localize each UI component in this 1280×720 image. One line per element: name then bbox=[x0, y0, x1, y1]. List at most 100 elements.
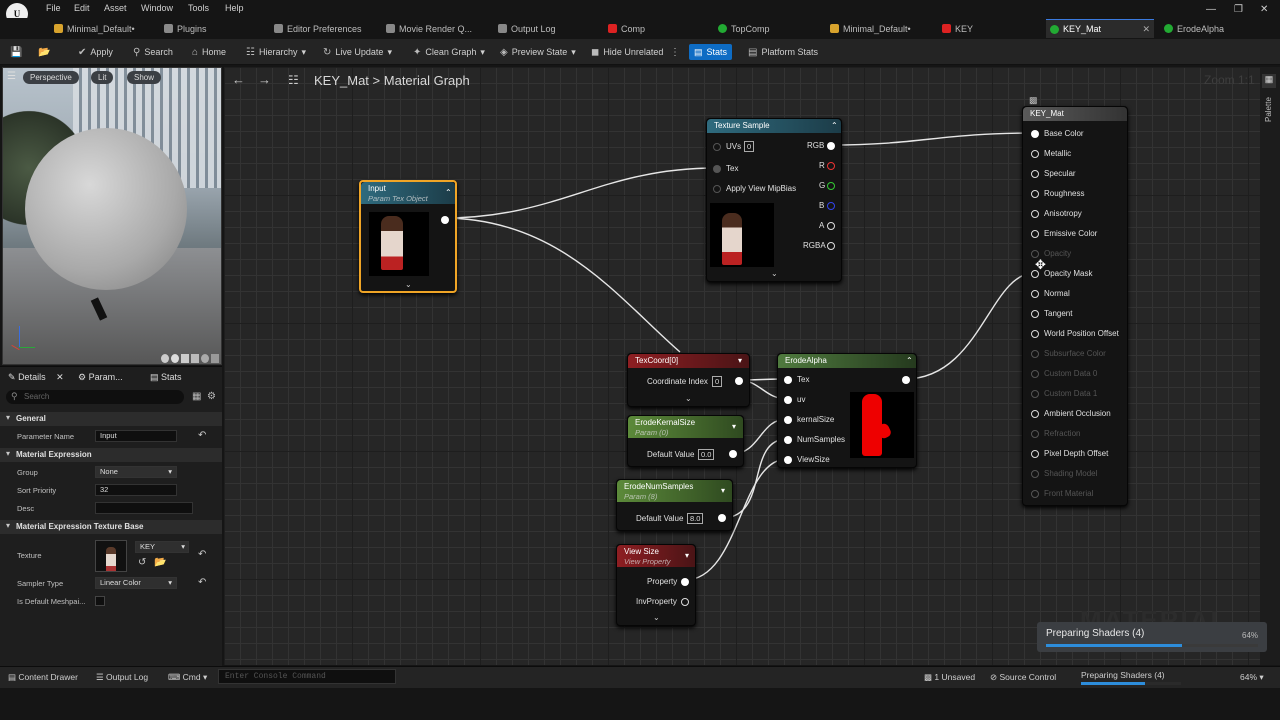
node-input-subtitle: Param Tex Object bbox=[368, 194, 428, 203]
toast-progress-bar bbox=[1046, 644, 1258, 647]
result-pin[interactable] bbox=[1031, 310, 1039, 318]
status-progress-fill bbox=[1081, 682, 1145, 685]
chevron-down-icon[interactable]: ⌄ bbox=[685, 394, 692, 403]
node-erode-alpha[interactable]: ErodeAlpha ⌃ Tex uv kernalSize NumSample… bbox=[777, 353, 917, 468]
property-label: Property bbox=[647, 577, 678, 586]
pin-uvs[interactable] bbox=[713, 143, 721, 151]
result-pin[interactable] bbox=[1031, 330, 1039, 338]
node-texcoord[interactable]: TexCoord[0] ▾ Coordinate Index 0 ⌄ bbox=[627, 353, 750, 407]
output-log-button[interactable]: ☰ Output Log bbox=[96, 672, 148, 683]
result-pin[interactable] bbox=[1031, 230, 1039, 238]
uvs-value-box[interactable]: 0 bbox=[744, 141, 755, 152]
result-pin-label: Emissive Color bbox=[1044, 229, 1098, 238]
result-pin[interactable] bbox=[1031, 290, 1039, 298]
node-view-size[interactable]: View Size View Property ▾ Property InvPro… bbox=[616, 544, 696, 626]
result-pin[interactable] bbox=[1031, 490, 1039, 498]
result-pin-label: Subsurface Color bbox=[1044, 349, 1106, 358]
chevron-down-icon[interactable]: ▾ bbox=[738, 356, 742, 365]
node-texture-sample[interactable]: Texture Sample ⌃ UVs 0 Tex Apply View Mi… bbox=[706, 118, 842, 282]
node-erode-kernal-header: ErodeKernalSize Param (0) bbox=[628, 416, 743, 438]
chevron-up-icon[interactable]: ⌃ bbox=[906, 356, 913, 365]
out-r-pin[interactable] bbox=[827, 162, 835, 170]
content-drawer-button[interactable]: ▤ Content Drawer bbox=[8, 672, 78, 683]
pin-kernal-size[interactable] bbox=[784, 416, 792, 424]
material-node-icon: ▩ bbox=[1029, 95, 1038, 105]
result-pin[interactable] bbox=[1031, 390, 1039, 398]
result-pin[interactable] bbox=[1031, 370, 1039, 378]
unsaved-icon: ▩ bbox=[924, 672, 933, 682]
node-erode-kernal-output-pin[interactable] bbox=[729, 450, 737, 458]
cmd-button[interactable]: ⌨ Cmd ▾ bbox=[168, 672, 207, 683]
property-output-pin[interactable] bbox=[681, 578, 689, 586]
unsaved-button[interactable]: ▩ 1 Unsaved bbox=[924, 672, 975, 683]
result-pin[interactable] bbox=[1031, 350, 1039, 358]
preparing-shaders-status: Preparing Shaders (4) bbox=[1081, 670, 1165, 680]
out-rgb-pin[interactable] bbox=[827, 142, 835, 150]
node-key-mat-result[interactable]: KEY_Mat Base Color Metallic Specular Roughn… bbox=[1022, 106, 1128, 506]
out-g-pin[interactable] bbox=[827, 182, 835, 190]
coordinate-index-box[interactable]: 0 bbox=[712, 376, 723, 387]
source-control-button[interactable]: ⊘ Source Control bbox=[990, 672, 1056, 683]
chevron-down-icon[interactable]: ▾ bbox=[685, 551, 689, 560]
default-value-label: Default Value bbox=[636, 514, 684, 523]
toast-progress-fill bbox=[1046, 644, 1182, 647]
result-pin-label: Opacity Mask bbox=[1044, 269, 1093, 278]
result-pin[interactable] bbox=[1031, 130, 1039, 138]
result-pin[interactable] bbox=[1031, 210, 1039, 218]
result-pin[interactable] bbox=[1031, 150, 1039, 158]
result-pin[interactable] bbox=[1031, 450, 1039, 458]
node-erode-alpha-title: ErodeAlpha bbox=[778, 354, 916, 368]
pin-uv[interactable] bbox=[784, 396, 792, 404]
default-value-box[interactable]: 8.0 bbox=[687, 513, 704, 524]
out-rgba-pin[interactable] bbox=[827, 242, 835, 250]
pin-num-samples[interactable] bbox=[784, 436, 792, 444]
result-pin-label: Specular bbox=[1044, 169, 1076, 178]
chevron-up-icon[interactable]: ⌃ bbox=[831, 121, 838, 130]
node-texcoord-output-pin[interactable] bbox=[735, 377, 743, 385]
out-g-label: G bbox=[819, 181, 826, 190]
toast-percent: 64% bbox=[1242, 631, 1259, 640]
source-control-icon: ⊘ bbox=[990, 672, 998, 682]
chevron-down-icon[interactable]: ⌄ bbox=[653, 613, 660, 622]
out-b-pin[interactable] bbox=[827, 202, 835, 210]
chevron-up-icon[interactable]: ⌃ bbox=[445, 188, 452, 197]
result-pin[interactable] bbox=[1031, 470, 1039, 478]
pin-tex[interactable] bbox=[713, 165, 721, 173]
node-erode-kernal-size[interactable]: ErodeKernalSize Param (0) ▾ Default Value… bbox=[627, 415, 744, 467]
node-input[interactable]: Input Param Tex Object ⌄ ⌃ bbox=[359, 180, 457, 293]
chevron-down-icon[interactable]: ⌄ bbox=[771, 269, 778, 278]
out-b-label: B bbox=[819, 201, 825, 210]
chevron-down-icon[interactable]: ▾ bbox=[732, 422, 736, 431]
result-pin-label: Ambient Occlusion bbox=[1044, 409, 1111, 418]
node-input-output-pin[interactable] bbox=[441, 216, 449, 224]
status-percent-label: 64% bbox=[1240, 672, 1258, 682]
node-erode-num-output-pin[interactable] bbox=[718, 514, 726, 522]
chevron-down-icon: ▾ bbox=[1259, 672, 1264, 682]
status-percent[interactable]: 64% ▾ bbox=[1240, 672, 1264, 683]
pin-uvs-label: UVs bbox=[726, 142, 742, 151]
output-log-label: Output Log bbox=[106, 672, 149, 682]
pin-apply-view-mipbias[interactable] bbox=[713, 185, 721, 193]
node-input-header: Input Param Tex Object bbox=[361, 182, 455, 204]
node-erode-alpha-output-pin[interactable] bbox=[902, 376, 910, 384]
pin-tex[interactable] bbox=[784, 376, 792, 384]
chevron-down-icon[interactable]: ▾ bbox=[721, 486, 725, 495]
default-value-label: Default Value bbox=[647, 450, 695, 459]
node-input-title: Input bbox=[368, 184, 386, 193]
cmd-label: Cmd bbox=[182, 672, 201, 682]
default-value-box[interactable]: 0.0 bbox=[698, 449, 715, 460]
pin-view-size[interactable] bbox=[784, 456, 792, 464]
result-pin[interactable] bbox=[1031, 190, 1039, 198]
chevron-down-icon[interactable]: ⌄ bbox=[405, 280, 412, 289]
node-erode-num-samples[interactable]: ErodeNumSamples Param (8) ▾ Default Value… bbox=[616, 479, 733, 531]
coordinate-index-label: Coordinate Index bbox=[647, 377, 708, 386]
out-a-pin[interactable] bbox=[827, 222, 835, 230]
result-pin[interactable] bbox=[1031, 170, 1039, 178]
inv-property-output-pin[interactable] bbox=[681, 598, 689, 606]
result-pin-label: Refraction bbox=[1044, 429, 1081, 438]
node-erode-num-subtitle: Param (8) bbox=[624, 492, 658, 501]
drawer-icon: ▤ bbox=[8, 672, 17, 682]
result-pin[interactable] bbox=[1031, 410, 1039, 418]
result-pin[interactable] bbox=[1031, 430, 1039, 438]
console-command-input[interactable]: Enter Console Command bbox=[218, 669, 396, 684]
